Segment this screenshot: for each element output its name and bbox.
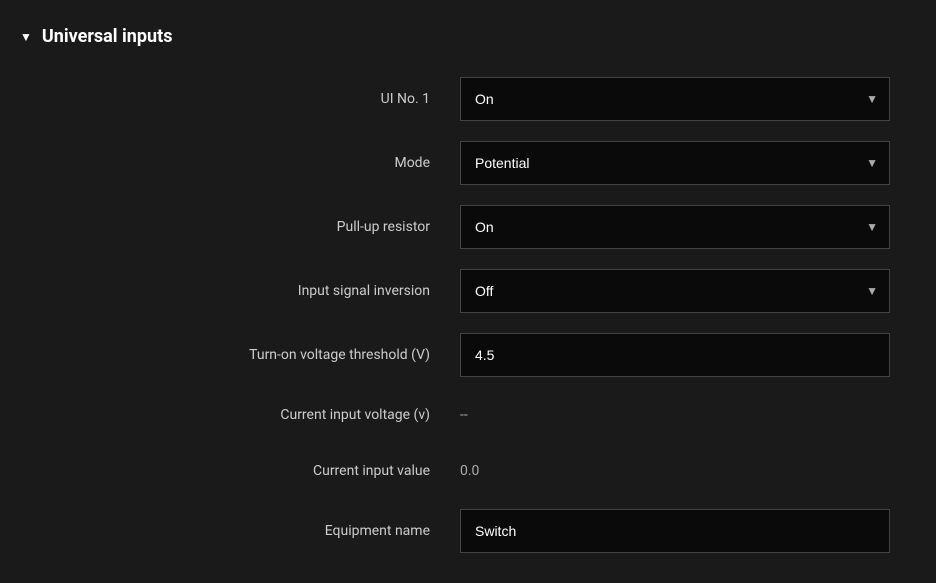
- universal-inputs-section: ▼ Universal inputs UI No. 1 On Off ▼ Mod…: [0, 0, 936, 579]
- mode-label: Mode: [20, 155, 460, 171]
- current-input-value-label: Current input value: [20, 463, 460, 479]
- section-title: Universal inputs: [42, 26, 173, 47]
- ui-no-1-value: On Off ▼: [460, 77, 916, 121]
- equipment-name-label: Equipment name: [20, 523, 460, 539]
- form-rows: UI No. 1 On Off ▼ Mode Potential Digita: [0, 67, 936, 563]
- mode-select[interactable]: Potential Digital Analog: [460, 141, 890, 185]
- mode-row: Mode Potential Digital Analog ▼: [0, 131, 936, 195]
- current-input-voltage-row: Current input voltage (v) --: [0, 387, 936, 443]
- pull-up-resistor-label: Pull-up resistor: [20, 219, 460, 235]
- turn-on-voltage-threshold-value: [460, 333, 916, 377]
- current-input-value-value: 0.0: [460, 463, 916, 479]
- pull-up-resistor-value: On Off ▼: [460, 205, 916, 249]
- pull-up-resistor-dropdown-wrapper: On Off ▼: [460, 205, 890, 249]
- ui-no-1-label: UI No. 1: [20, 91, 460, 107]
- current-input-voltage-value: --: [460, 407, 916, 423]
- ui-no-1-row: UI No. 1 On Off ▼: [0, 67, 936, 131]
- section-header: ▼ Universal inputs: [0, 16, 936, 67]
- mode-dropdown-wrapper: Potential Digital Analog ▼: [460, 141, 890, 185]
- current-input-value-row: Current input value 0.0: [0, 443, 936, 499]
- pull-up-resistor-select[interactable]: On Off: [460, 205, 890, 249]
- turn-on-voltage-threshold-label: Turn-on voltage threshold (V): [20, 347, 460, 363]
- input-signal-inversion-row: Input signal inversion Off On ▼: [0, 259, 936, 323]
- current-input-voltage-display: --: [460, 397, 468, 433]
- ui-no-1-select[interactable]: On Off: [460, 77, 890, 121]
- input-signal-inversion-dropdown-wrapper: Off On ▼: [460, 269, 890, 313]
- input-signal-inversion-value: Off On ▼: [460, 269, 916, 313]
- equipment-name-input[interactable]: [460, 509, 890, 553]
- mode-value: Potential Digital Analog ▼: [460, 141, 916, 185]
- chevron-down-icon[interactable]: ▼: [20, 30, 32, 44]
- equipment-name-value: [460, 509, 916, 553]
- pull-up-resistor-row: Pull-up resistor On Off ▼: [0, 195, 936, 259]
- current-input-value-display: 0.0: [460, 453, 479, 489]
- equipment-name-row: Equipment name: [0, 499, 936, 563]
- current-input-voltage-label: Current input voltage (v): [20, 407, 460, 423]
- input-signal-inversion-label: Input signal inversion: [20, 283, 460, 299]
- turn-on-voltage-threshold-row: Turn-on voltage threshold (V): [0, 323, 936, 387]
- turn-on-voltage-threshold-input[interactable]: [460, 333, 890, 377]
- input-signal-inversion-select[interactable]: Off On: [460, 269, 890, 313]
- ui-no-1-dropdown-wrapper: On Off ▼: [460, 77, 890, 121]
